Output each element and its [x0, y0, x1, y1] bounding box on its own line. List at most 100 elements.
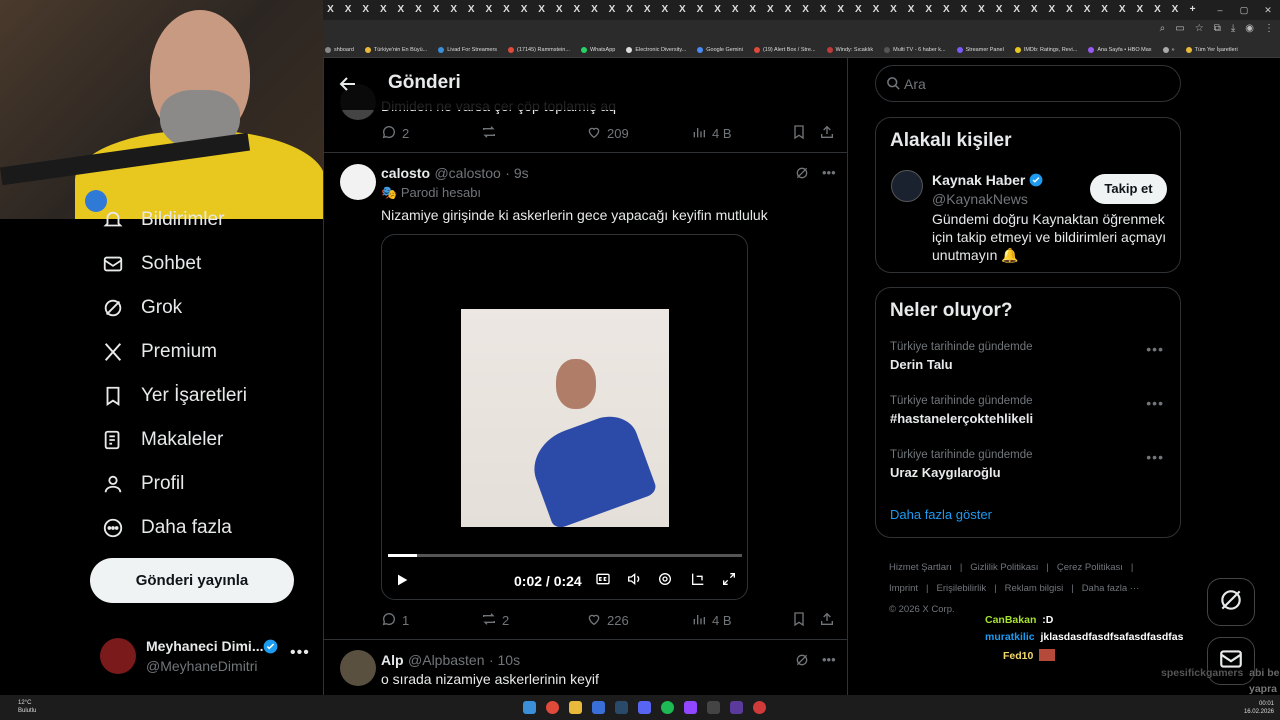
nav-item-chat[interactable]: Sohbet [100, 250, 201, 278]
browser-tab[interactable]: X [798, 0, 813, 20]
chrome-icon[interactable] [546, 701, 559, 714]
share-button[interactable] [819, 124, 835, 143]
cast-icon[interactable]: ▭ [1175, 23, 1184, 34]
browser-tab[interactable]: X [446, 0, 461, 20]
browser-tab[interactable]: X [1150, 0, 1165, 20]
browser-tab[interactable]: X [1044, 0, 1059, 20]
windows-start-icon[interactable] [523, 701, 536, 714]
trend-more-icon[interactable]: ••• [1146, 395, 1164, 411]
bookmark-item[interactable]: Livad For Streamers [438, 46, 497, 53]
reply-author-handle[interactable]: @Alpbasten [408, 652, 484, 668]
browser-tab[interactable]: X [728, 0, 743, 20]
nav-item-bookmarks[interactable]: Yer İşaretleri [100, 382, 247, 410]
trend-item[interactable]: Türkiye tarihinde gündemde Derin Talu ••… [890, 341, 1170, 372]
browser-tab[interactable]: X [1080, 0, 1095, 20]
browser-tab[interactable]: X [376, 0, 391, 20]
nav-item-more[interactable]: Daha fazla [100, 514, 232, 542]
trend-item[interactable]: Türkiye tarihinde gündemde #hastanelerço… [890, 395, 1170, 426]
tweet-more-icon[interactable]: ••• [822, 165, 836, 184]
browser-tab[interactable]: X [393, 0, 408, 20]
zoom-icon[interactable]: ⌕ [1160, 23, 1166, 34]
reply-button[interactable]: 1 [381, 611, 409, 630]
browser-tab[interactable]: X [481, 0, 496, 20]
browser-tab[interactable]: X [429, 0, 444, 20]
bookmark-item[interactable]: IMDb: Ratings, Revi... [1014, 46, 1077, 53]
trend-item[interactable]: Türkiye tarihinde gündemde Uraz Kaygılar… [890, 449, 1170, 480]
bookmark-item[interactable]: (17145) Rammstein... [508, 46, 570, 53]
footer-link[interactable]: Daha fazla ··· [1082, 583, 1140, 594]
browser-tab[interactable]: X [833, 0, 848, 20]
views-button[interactable]: 4 B [691, 611, 732, 630]
browser-tab[interactable]: X [692, 0, 707, 20]
nav-item-premium[interactable]: Premium [100, 338, 217, 366]
grok-fab-button[interactable] [1207, 578, 1255, 626]
bookmark-item[interactable]: Ana Sayfa • HBO Max [1088, 46, 1152, 53]
avatar[interactable] [340, 650, 376, 686]
repost-button[interactable]: 2 [481, 611, 509, 630]
grok-icon[interactable] [794, 165, 810, 184]
twitch-icon[interactable] [684, 701, 697, 714]
browser-tab[interactable]: X [657, 0, 672, 20]
browser-tab[interactable]: X [886, 0, 901, 20]
footer-link[interactable]: Çerez Politikası [1057, 562, 1123, 573]
tweet-author-handle[interactable]: @calostoo [434, 165, 500, 181]
weather-widget[interactable]: 12°C Bulutlu [18, 699, 36, 715]
reply-author-name[interactable]: Alp [381, 652, 404, 668]
menu-icon[interactable]: ⋮ [1264, 23, 1274, 34]
app-icon[interactable] [730, 701, 743, 714]
avatar[interactable] [340, 164, 376, 200]
footer-link[interactable]: © 2026 X Corp. [889, 604, 955, 615]
browser-tab[interactable]: X [851, 0, 866, 20]
discord-icon[interactable] [638, 701, 651, 714]
video-player[interactable]: 0:02 / 0:24 [381, 234, 748, 600]
browser-tab[interactable]: X [1062, 0, 1077, 20]
bookmark-item[interactable]: Türkiye'nin En Büyü... [364, 46, 427, 53]
footer-link[interactable]: Erişilebilirlik [937, 583, 987, 594]
nav-item-notifications[interactable]: Bildirimler [100, 206, 224, 234]
new-tab-button[interactable]: + [1185, 0, 1200, 20]
browser-tab[interactable]: X [992, 0, 1007, 20]
show-more-link[interactable]: Daha fazla göster [890, 507, 992, 522]
views-button[interactable]: 4 B [691, 124, 732, 143]
captions-icon[interactable] [595, 571, 613, 589]
bookmark-button[interactable] [791, 124, 807, 143]
account-switcher[interactable]: Meyhaneci Dimi... @MeyhaneDimitri ••• [100, 636, 315, 678]
bookmark-item[interactable]: WhatsApp [580, 46, 615, 53]
extensions-icon[interactable]: ⧉ [1214, 23, 1221, 34]
footer-link[interactable]: Imprint [889, 583, 918, 594]
browser-tab[interactable]: X [1168, 0, 1183, 20]
browser-tab[interactable]: X [323, 0, 338, 20]
browser-tab[interactable]: X [605, 0, 620, 20]
back-arrow-icon[interactable] [336, 72, 360, 96]
follow-button[interactable]: Takip et [1090, 174, 1167, 204]
browser-tab[interactable]: X [1097, 0, 1112, 20]
bookmark-item[interactable]: Multi TV - 6 haber k... [884, 46, 946, 53]
browser-tab[interactable]: X [640, 0, 655, 20]
related-person-name[interactable]: Kaynak Haber [932, 172, 1043, 188]
browser-tab[interactable]: X [552, 0, 567, 20]
browser-tab[interactable]: X [341, 0, 356, 20]
browser-tab[interactable]: X [816, 0, 831, 20]
browser-tab[interactable]: X [956, 0, 971, 20]
browser-tab[interactable]: X [534, 0, 549, 20]
spotify-icon[interactable] [661, 701, 674, 714]
browser-tab[interactable]: X [763, 0, 778, 20]
bookmark-item[interactable]: (19) Alert Box / Stre... [753, 46, 816, 53]
play-icon[interactable] [394, 572, 410, 593]
browser-tab[interactable]: X [868, 0, 883, 20]
post-button[interactable]: Gönderi yayınla [90, 558, 294, 603]
browser-tab[interactable]: X [1009, 0, 1024, 20]
tweet-time[interactable]: · 9s [505, 165, 528, 181]
browser-tab[interactable]: X [904, 0, 919, 20]
bookmark-item[interactable]: Electronic Diversity... [626, 46, 686, 53]
search-input[interactable] [904, 66, 1164, 101]
account-more-button[interactable]: ••• [290, 644, 310, 662]
reply-time[interactable]: · 10s [489, 652, 520, 668]
browser-tab[interactable]: X [587, 0, 602, 20]
tweet-author-name[interactable]: calosto [381, 165, 430, 181]
nav-item-grok[interactable]: Grok [100, 294, 182, 322]
browser-tab[interactable]: X [569, 0, 584, 20]
browser-tab[interactable]: X [745, 0, 760, 20]
volume-icon[interactable] [626, 571, 644, 589]
nav-item-articles[interactable]: Makaleler [100, 426, 223, 454]
